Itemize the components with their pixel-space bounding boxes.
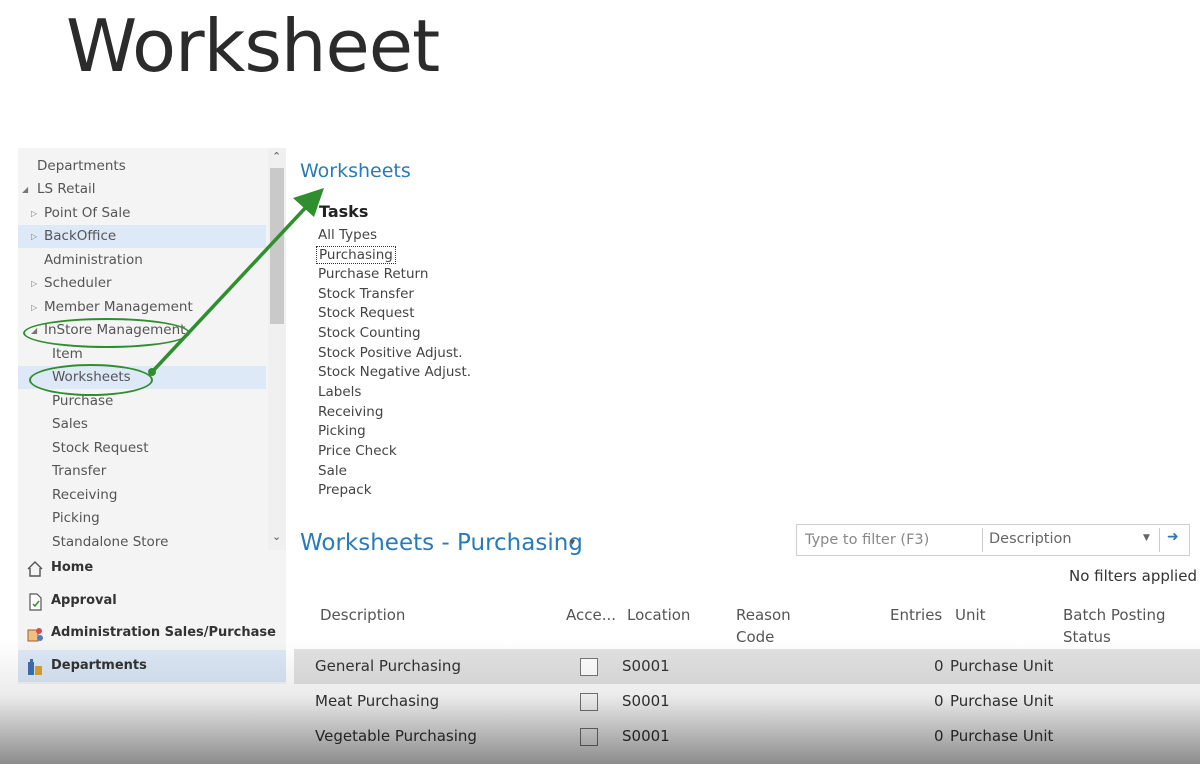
filter-input[interactable]: Type to filter (F3) <box>805 532 929 548</box>
task-stock-negative-adjust[interactable]: Stock Negative Adjust. <box>318 364 471 380</box>
task-stock-counting[interactable]: Stock Counting <box>318 325 421 341</box>
task-stock-request[interactable]: Stock Request <box>318 305 415 321</box>
filter-field-select[interactable]: Description <box>989 531 1072 547</box>
column-header-batch-posting-status[interactable]: Batch Posting Status <box>1063 604 1193 648</box>
accepted-checkbox[interactable] <box>580 658 598 676</box>
task-price-check[interactable]: Price Check <box>318 443 397 459</box>
task-sale[interactable]: Sale <box>318 463 347 479</box>
accepted-checkbox[interactable] <box>580 728 598 746</box>
task-picking[interactable]: Picking <box>318 423 366 439</box>
apply-filter-arrow-icon[interactable]: ➜ <box>1167 529 1179 545</box>
tasks-heading: Tasks <box>319 202 369 221</box>
dropdown-arrow-icon[interactable]: ▼ <box>1143 533 1150 543</box>
task-purchasing[interactable]: Purchasing <box>316 246 396 264</box>
list-menu-caret-icon[interactable]: ▾ <box>570 537 575 548</box>
task-stock-transfer[interactable]: Stock Transfer <box>318 286 414 302</box>
cell-description: Meat Purchasing <box>315 692 440 710</box>
filter-status: No filters applied <box>1069 567 1197 585</box>
filter-bar: Type to filter (F3) Description ▼ ➜ <box>796 524 1190 556</box>
table-row[interactable]: Meat Purchasing S0001 0 Purchase Unit <box>294 684 1200 719</box>
column-header-acce[interactable]: Acce... <box>566 604 616 626</box>
accepted-checkbox[interactable] <box>580 693 598 711</box>
filter-divider <box>1159 528 1160 552</box>
task-purchase-return[interactable]: Purchase Return <box>318 266 428 282</box>
task-all-types[interactable]: All Types <box>318 227 377 243</box>
table-row[interactable]: General Purchasing S0001 0 Purchase Unit <box>294 649 1200 684</box>
filter-divider <box>982 528 983 552</box>
column-header-description[interactable]: Description <box>320 604 405 626</box>
column-header-unit[interactable]: Unit <box>955 604 986 626</box>
cell-location: S0001 <box>622 692 670 710</box>
column-header-reason-code[interactable]: Reason Code <box>736 604 806 648</box>
cell-description: Vegetable Purchasing <box>315 727 477 745</box>
cell-entries: 0 <box>934 692 944 710</box>
table-row[interactable]: Vegetable Purchasing S0001 0 Purchase Un… <box>294 719 1200 754</box>
cell-description: General Purchasing <box>315 657 461 675</box>
column-header-entries[interactable]: Entries <box>890 604 942 626</box>
task-prepack[interactable]: Prepack <box>318 482 372 498</box>
task-stock-positive-adjust[interactable]: Stock Positive Adjust. <box>318 345 462 361</box>
cell-entries: 0 <box>934 727 944 745</box>
task-receiving[interactable]: Receiving <box>318 404 383 420</box>
cell-entries: 0 <box>934 657 944 675</box>
column-header-location[interactable]: Location <box>627 604 690 626</box>
list-title: Worksheets - Purchasing <box>300 530 583 556</box>
task-labels[interactable]: Labels <box>318 384 361 400</box>
cell-unit: Purchase Unit <box>950 727 1054 745</box>
worksheets-page-link[interactable]: Worksheets <box>300 160 411 182</box>
cell-location: S0001 <box>622 657 670 675</box>
cell-unit: Purchase Unit <box>950 692 1054 710</box>
cell-location: S0001 <box>622 727 670 745</box>
cell-unit: Purchase Unit <box>950 657 1054 675</box>
